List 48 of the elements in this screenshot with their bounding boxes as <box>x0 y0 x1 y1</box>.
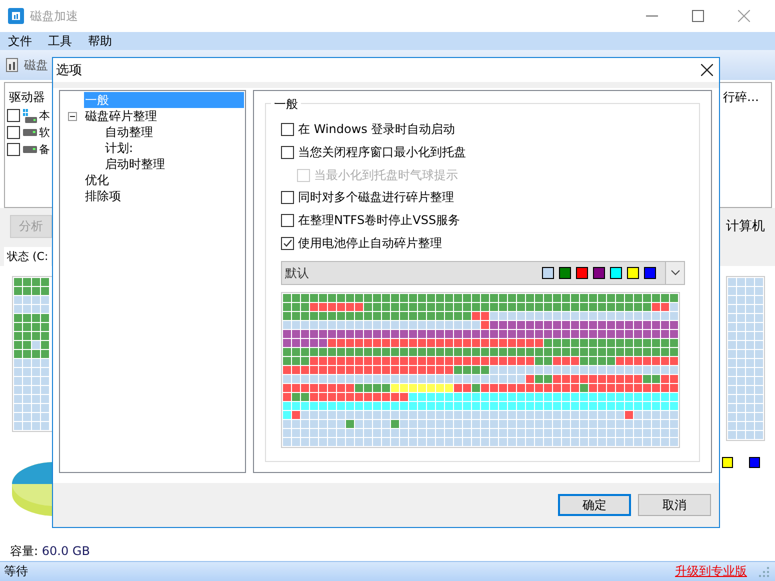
checkbox[interactable] <box>7 109 20 122</box>
option-label: 当最小化到托盘时气球提示 <box>314 166 458 184</box>
capacity-text: 容量: 60.0 GB <box>9 543 91 560</box>
drive-name: 软 <box>39 125 50 140</box>
checkbox[interactable] <box>281 191 294 204</box>
drive-name: 备 <box>39 142 50 157</box>
close-icon[interactable] <box>701 64 713 76</box>
tree-item[interactable]: 自动整理 <box>104 124 154 140</box>
system-drive-icon <box>23 108 37 122</box>
option-label: 使用电池停止自动碎片整理 <box>298 235 442 252</box>
tab[interactable]: 状态 (C: <box>4 247 52 266</box>
chevron-down-icon <box>670 270 680 276</box>
menu-item[interactable]: 工具 <box>40 32 80 50</box>
drive-icon <box>23 129 37 136</box>
ok-button[interactable]: 确定 <box>558 494 631 516</box>
maximize-icon[interactable] <box>692 10 704 22</box>
toolbar-label: 磁盘 <box>24 56 48 74</box>
collapse-icon[interactable] <box>68 112 77 120</box>
tree-item[interactable]: 计划: <box>104 140 134 156</box>
checkbox[interactable] <box>281 146 294 159</box>
menu-item[interactable]: 帮助 <box>80 32 120 50</box>
dialog-title: 选项 <box>56 62 82 79</box>
tree-item[interactable]: 启动时整理 <box>104 156 166 172</box>
option-label: 当您关闭程序窗口最小化到托盘 <box>298 144 466 161</box>
status-text: 等待 <box>4 563 28 580</box>
drive-icon <box>23 146 37 153</box>
checkbox[interactable] <box>7 126 20 139</box>
tree-item[interactable]: 磁盘碎片整理 <box>84 108 158 124</box>
option-label: 在 Windows 登录时自动启动 <box>298 121 456 138</box>
option-label: 同时对多个磁盘进行碎片整理 <box>298 189 454 206</box>
menu-item[interactable]: 文件 <box>0 32 40 50</box>
option-label: 在整理NTFS卷时停止VSS服务 <box>298 212 460 229</box>
button-label[interactable]: 计算机 <box>726 217 765 235</box>
resize-grip-icon[interactable] <box>759 566 769 576</box>
tree-item[interactable]: 优化 <box>84 172 110 188</box>
column-header: 驱动器 <box>9 89 45 106</box>
checkbox[interactable] <box>7 143 20 156</box>
drive-name: 本 <box>39 108 50 123</box>
cancel-button[interactable]: 取消 <box>638 494 711 516</box>
window-title: 磁盘加速 <box>30 8 78 24</box>
chart-icon <box>6 58 18 72</box>
app-icon <box>8 8 24 24</box>
column-header: 行碎… <box>723 89 759 106</box>
color-scheme-dropdown[interactable]: 默认 <box>281 261 685 285</box>
tree-item[interactable]: 排除项 <box>84 188 122 204</box>
checkbox[interactable] <box>281 237 294 250</box>
checkbox[interactable] <box>281 123 294 136</box>
checkbox[interactable] <box>281 214 294 227</box>
